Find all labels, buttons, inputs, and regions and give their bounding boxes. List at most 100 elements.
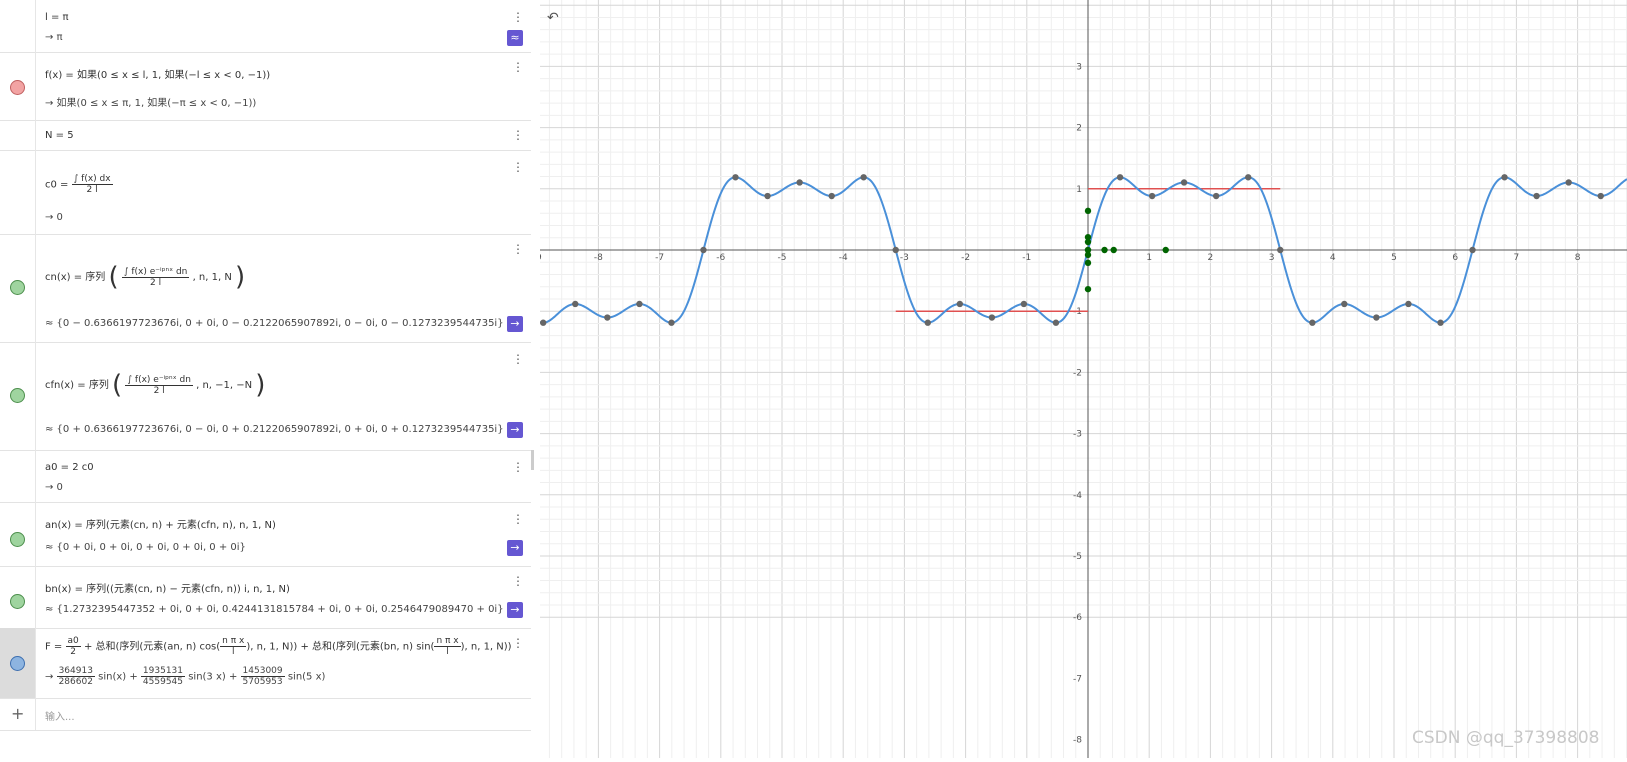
algebra-input-field[interactable]: 输入...: [45, 708, 75, 723]
row-marker[interactable]: [0, 0, 36, 52]
graphics-view[interactable]: -9 -8 -7 -6 -5 -4 -3 -2 -1 1 2 3 4 5 6 7 8 3 2 1 -1 -2 -3 -4 -5 -…: [533, 0, 1627, 758]
curve-point: [1373, 314, 1380, 321]
coefficient-point: [1084, 207, 1092, 215]
row-menu-icon[interactable]: ⋮: [512, 11, 524, 23]
row-menu-icon[interactable]: ⋮: [512, 161, 524, 173]
row-input[interactable]: bn(x) = 序列((元素(cn, n) − 元素(cfn, n)) i, n…: [45, 580, 290, 595]
row-input[interactable]: f(x) = 如果(0 ≤ x ≤ l, 1, 如果(−l ≤ x < 0, −…: [45, 66, 270, 81]
visibility-dot-icon[interactable]: [10, 280, 25, 295]
curve-point: [956, 300, 964, 308]
row-output: → 0: [45, 212, 63, 223]
row-menu-icon[interactable]: ⋮: [512, 513, 524, 525]
curve-point: [1148, 192, 1156, 200]
y-tick-label: -6: [1073, 613, 1082, 623]
algebra-row-f[interactable]: f(x) = 如果(0 ≤ x ≤ l, 1, 如果(−l ≤ x < 0, −…: [0, 52, 531, 121]
algebra-row-cfn[interactable]: cfn(x) = 序列 ( ∫ f(x) e⁻ⁱᵖⁿˣ dn 2 l , n, …: [0, 342, 531, 451]
cn-denominator: 2 l: [150, 277, 162, 288]
row-input[interactable]: cn(x) = 序列 ( ∫ f(x) e⁻ⁱᵖⁿˣ dn 2 l , n, 1…: [45, 262, 245, 292]
y-tick-label: -1: [1073, 307, 1082, 317]
y-tick-label: 3: [1076, 62, 1082, 72]
row-menu-icon[interactable]: ⋮: [512, 61, 524, 73]
row-input[interactable]: c0 = ∫ f(x) dx 2 l: [45, 174, 113, 195]
algebra-row-N[interactable]: N = 5 ⋮: [0, 120, 531, 151]
row-menu-icon[interactable]: ⋮: [512, 243, 524, 255]
row-input[interactable]: an(x) = 序列(元素(cn, n) + 元素(cfn, n), n, 1,…: [45, 516, 276, 531]
curve-point: [1341, 300, 1348, 308]
y-tick-label: -7: [1073, 674, 1082, 684]
add-icon[interactable]: +: [11, 704, 24, 723]
visibility-dot-icon[interactable]: [10, 388, 25, 403]
row-menu-icon[interactable]: ⋮: [512, 353, 524, 365]
scrollbar[interactable]: [531, 450, 534, 470]
algebra-row-a0[interactable]: a0 = 2 c0 → 0 ⋮: [0, 450, 531, 503]
x-tick-label: 2: [1208, 253, 1214, 263]
algebra-row-an[interactable]: an(x) = 序列(元素(cn, n) + 元素(cfn, n), n, 1,…: [0, 502, 531, 567]
coefficient-point: [1162, 246, 1169, 254]
row-marker[interactable]: [0, 450, 36, 502]
algebra-row-l[interactable]: l = π → π ⋮ ≈: [0, 0, 531, 53]
row-menu-icon[interactable]: ⋮: [512, 575, 524, 587]
graph-canvas[interactable]: -9 -8 -7 -6 -5 -4 -3 -2 -1 1 2 3 4 5 6 7 8 3 2 1 -1 -2 -3 -4 -5 -…: [533, 0, 1627, 758]
curve-point: [539, 319, 547, 326]
cfn-fraction: ∫ f(x) e⁻ⁱᵖⁿˣ dn 2 l: [125, 375, 193, 396]
row-marker[interactable]: [0, 234, 36, 342]
visibility-dot-icon[interactable]: [10, 656, 25, 671]
row-output: → 如果(0 ≤ x ≤ π, 1, 如果(−π ≤ x < 0, −1)): [45, 98, 257, 109]
row-menu-icon[interactable]: ⋮: [512, 461, 524, 473]
visibility-dot-icon[interactable]: [10, 594, 25, 609]
row-marker[interactable]: [0, 120, 36, 150]
expand-output-button[interactable]: →: [507, 422, 523, 438]
row-menu-icon[interactable]: ⋮: [512, 637, 524, 649]
x-tick-label: 1: [1146, 253, 1152, 263]
F-part2: ), n, 1, N)) + 总和(序列(元素(bn, n) sin(: [246, 641, 435, 653]
F-a0-fraction: a0 2: [65, 636, 81, 657]
row-output: ≈ {1.2732395447352 + 0i, 0 + 0i, 0.42441…: [45, 604, 504, 615]
coefficient-point: [1110, 246, 1117, 254]
x-tick-label: 3: [1269, 253, 1275, 263]
curve-point: [1020, 300, 1028, 308]
visibility-dot-icon[interactable]: [10, 80, 25, 95]
x-tick-label: -1: [1022, 253, 1031, 263]
curve-point: [796, 179, 803, 186]
curve-point: [1212, 192, 1220, 200]
curve-point: [636, 300, 643, 308]
undo-icon[interactable]: ↶: [547, 10, 559, 26]
approx-toggle-button[interactable]: ≈: [507, 30, 523, 46]
row-output: → 0: [45, 482, 63, 493]
numerator: 364913: [56, 666, 95, 677]
row-marker[interactable]: [0, 342, 36, 450]
curve-point: [764, 192, 771, 200]
row-input[interactable]: a0 = 2 c0: [45, 462, 94, 473]
F-lhs: F =: [45, 641, 63, 653]
denominator: l: [232, 647, 235, 657]
row-marker[interactable]: [0, 150, 36, 234]
row-marker[interactable]: [0, 566, 36, 628]
algebra-row-cn[interactable]: cn(x) = 序列 ( ∫ f(x) e⁻ⁱᵖⁿˣ dn 2 l , n, 1…: [0, 234, 531, 343]
row-menu-icon[interactable]: ⋮: [512, 129, 524, 141]
denominator: 5705953: [242, 677, 283, 687]
x-tick-label: -8: [594, 253, 603, 263]
row-input[interactable]: N = 5: [45, 130, 74, 141]
row-input[interactable]: l = π: [45, 12, 69, 23]
algebra-input-row[interactable]: + 输入...: [0, 698, 531, 731]
expand-output-button[interactable]: →: [507, 540, 523, 556]
cn-numerator: ∫ f(x) e⁻ⁱᵖⁿˣ dn: [121, 266, 190, 278]
x-tick-label: -5: [778, 253, 787, 263]
expand-output-button[interactable]: →: [507, 602, 523, 618]
c0-lhs: c0 =: [45, 179, 69, 191]
algebra-row-c0[interactable]: c0 = ∫ f(x) dx 2 l → 0 ⋮: [0, 150, 531, 235]
coefficient-point: [1084, 251, 1092, 259]
coef-fraction: 364913 286602: [56, 666, 95, 687]
expand-output-button[interactable]: →: [507, 316, 523, 332]
algebra-row-bn[interactable]: bn(x) = 序列((元素(cn, n) − 元素(cfn, n)) i, n…: [0, 566, 531, 629]
row-input[interactable]: F = a0 2 + 总和(序列(元素(an, n) cos(n π x l), …: [45, 636, 512, 657]
row-marker[interactable]: [0, 502, 36, 566]
visibility-dot-icon[interactable]: [10, 532, 25, 547]
row-marker[interactable]: [0, 52, 36, 120]
row-input[interactable]: cfn(x) = 序列 ( ∫ f(x) e⁻ⁱᵖⁿˣ dn 2 l , n, …: [45, 370, 265, 400]
row-marker[interactable]: [0, 628, 36, 698]
paren: (: [112, 370, 123, 400]
algebra-row-F[interactable]: F = a0 2 + 总和(序列(元素(an, n) cos(n π x l), …: [0, 628, 531, 699]
c0-fraction: ∫ f(x) dx 2 l: [71, 174, 113, 195]
curve-point: [1437, 319, 1444, 326]
